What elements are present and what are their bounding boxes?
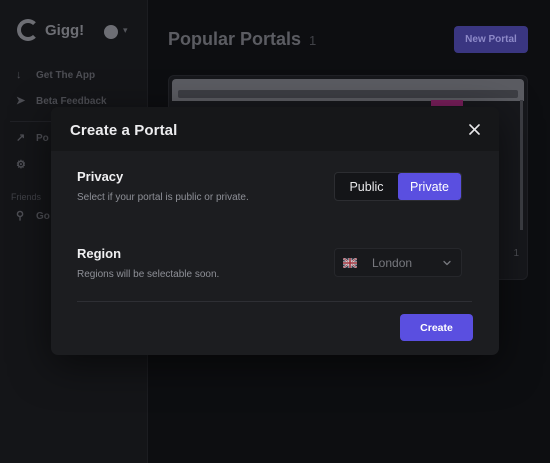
chevron-down-icon [443, 260, 451, 265]
modal-title: Create a Portal [70, 122, 178, 139]
modal-header: Create a Portal [51, 107, 499, 151]
region-description: Regions will be selectable soon. [77, 269, 220, 280]
privacy-private-option[interactable]: Private [398, 173, 461, 200]
region-select[interactable]: London [334, 248, 462, 277]
region-title: Region [77, 246, 122, 261]
modal-divider [77, 301, 472, 302]
privacy-public-option[interactable]: Public [335, 173, 398, 200]
uk-flag-icon [343, 257, 357, 268]
privacy-toggle: Public Private [334, 172, 462, 201]
close-icon[interactable] [468, 123, 481, 136]
region-value: London [372, 255, 413, 270]
create-portal-modal: Create a Portal Privacy Select if your p… [51, 107, 499, 355]
privacy-title: Privacy [77, 169, 124, 184]
create-button[interactable]: Create [400, 314, 473, 341]
privacy-description: Select if your portal is public or priva… [77, 192, 249, 203]
